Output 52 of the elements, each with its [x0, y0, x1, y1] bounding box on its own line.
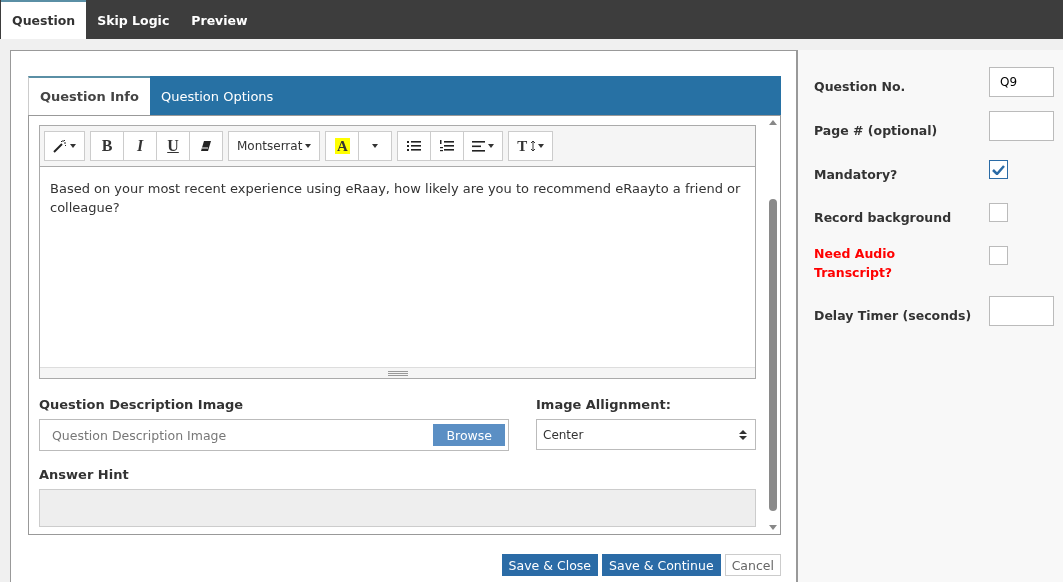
- highlight-icon: A: [334, 138, 350, 154]
- field-label: Image Allignment:: [536, 397, 672, 412]
- scroll-down-icon[interactable]: [768, 525, 777, 530]
- question-text[interactable]: Based on your most recent experience using eRaay, how likely are you to recommend eRaayto a friend or colleague?: [40, 167, 755, 367]
- magic-wand-icon: [53, 139, 67, 153]
- magic-wand-button[interactable]: [44, 131, 85, 161]
- size-arrows-icon: [530, 140, 545, 152]
- color-dropdown-button[interactable]: [358, 131, 393, 161]
- setting-label: Record background: [814, 209, 953, 227]
- up-down-icon: [739, 429, 747, 440]
- bullet-list-icon: [407, 140, 422, 152]
- cancel-button[interactable]: Cancel: [724, 554, 781, 576]
- clear-format-button[interactable]: [189, 131, 223, 161]
- eraser-icon: [200, 140, 212, 152]
- resize-grip-icon[interactable]: [387, 370, 408, 376]
- numbered-list-button[interactable]: [430, 131, 465, 161]
- setting-label: Page # (optional): [814, 122, 939, 140]
- caret-icon: [305, 144, 312, 148]
- tab[interactable]: Question Info: [28, 76, 150, 115]
- caret-icon: [70, 144, 76, 148]
- checkbox[interactable]: [989, 160, 1008, 179]
- save-button[interactable]: Save & Close: [501, 554, 599, 576]
- alignment-select[interactable]: Center: [536, 419, 756, 450]
- field-label: Answer Hint: [39, 467, 130, 482]
- caret-icon: [372, 144, 379, 148]
- bold-button[interactable]: B: [90, 131, 124, 161]
- text-field[interactable]: [989, 296, 1054, 326]
- checkbox[interactable]: [989, 203, 1008, 222]
- setting-label: Mandatory?: [814, 166, 899, 184]
- text-field[interactable]: Q9: [989, 67, 1054, 97]
- setting-label: Delay Timer (seconds): [814, 307, 973, 325]
- scroll-up-icon[interactable]: [768, 120, 777, 125]
- checkbox[interactable]: [989, 246, 1008, 265]
- save-button[interactable]: Save & Continue: [602, 554, 721, 576]
- tab[interactable]: Question Options: [149, 76, 285, 115]
- setting-label: Need Audio Transcript?: [814, 245, 897, 282]
- tab[interactable]: Skip Logic: [86, 0, 181, 39]
- underline-button[interactable]: U: [156, 131, 190, 161]
- tab[interactable]: Question: [1, 0, 87, 39]
- bullet-list-button[interactable]: [397, 131, 432, 161]
- font-dropdown[interactable]: Montserrat: [228, 131, 321, 161]
- setting-label: Question No.: [814, 78, 907, 96]
- numbered-list-icon: [440, 140, 455, 152]
- align-icon: [472, 140, 486, 152]
- highlight-color-button[interactable]: A: [325, 131, 360, 161]
- text-field[interactable]: [989, 111, 1054, 141]
- field-label: Question Description Image: [39, 397, 245, 412]
- font-size-button[interactable]: T: [508, 131, 554, 161]
- align-dropdown[interactable]: [463, 131, 504, 161]
- caret-icon: [488, 144, 495, 148]
- tab[interactable]: Preview: [180, 0, 259, 39]
- italic-button[interactable]: I: [123, 131, 157, 161]
